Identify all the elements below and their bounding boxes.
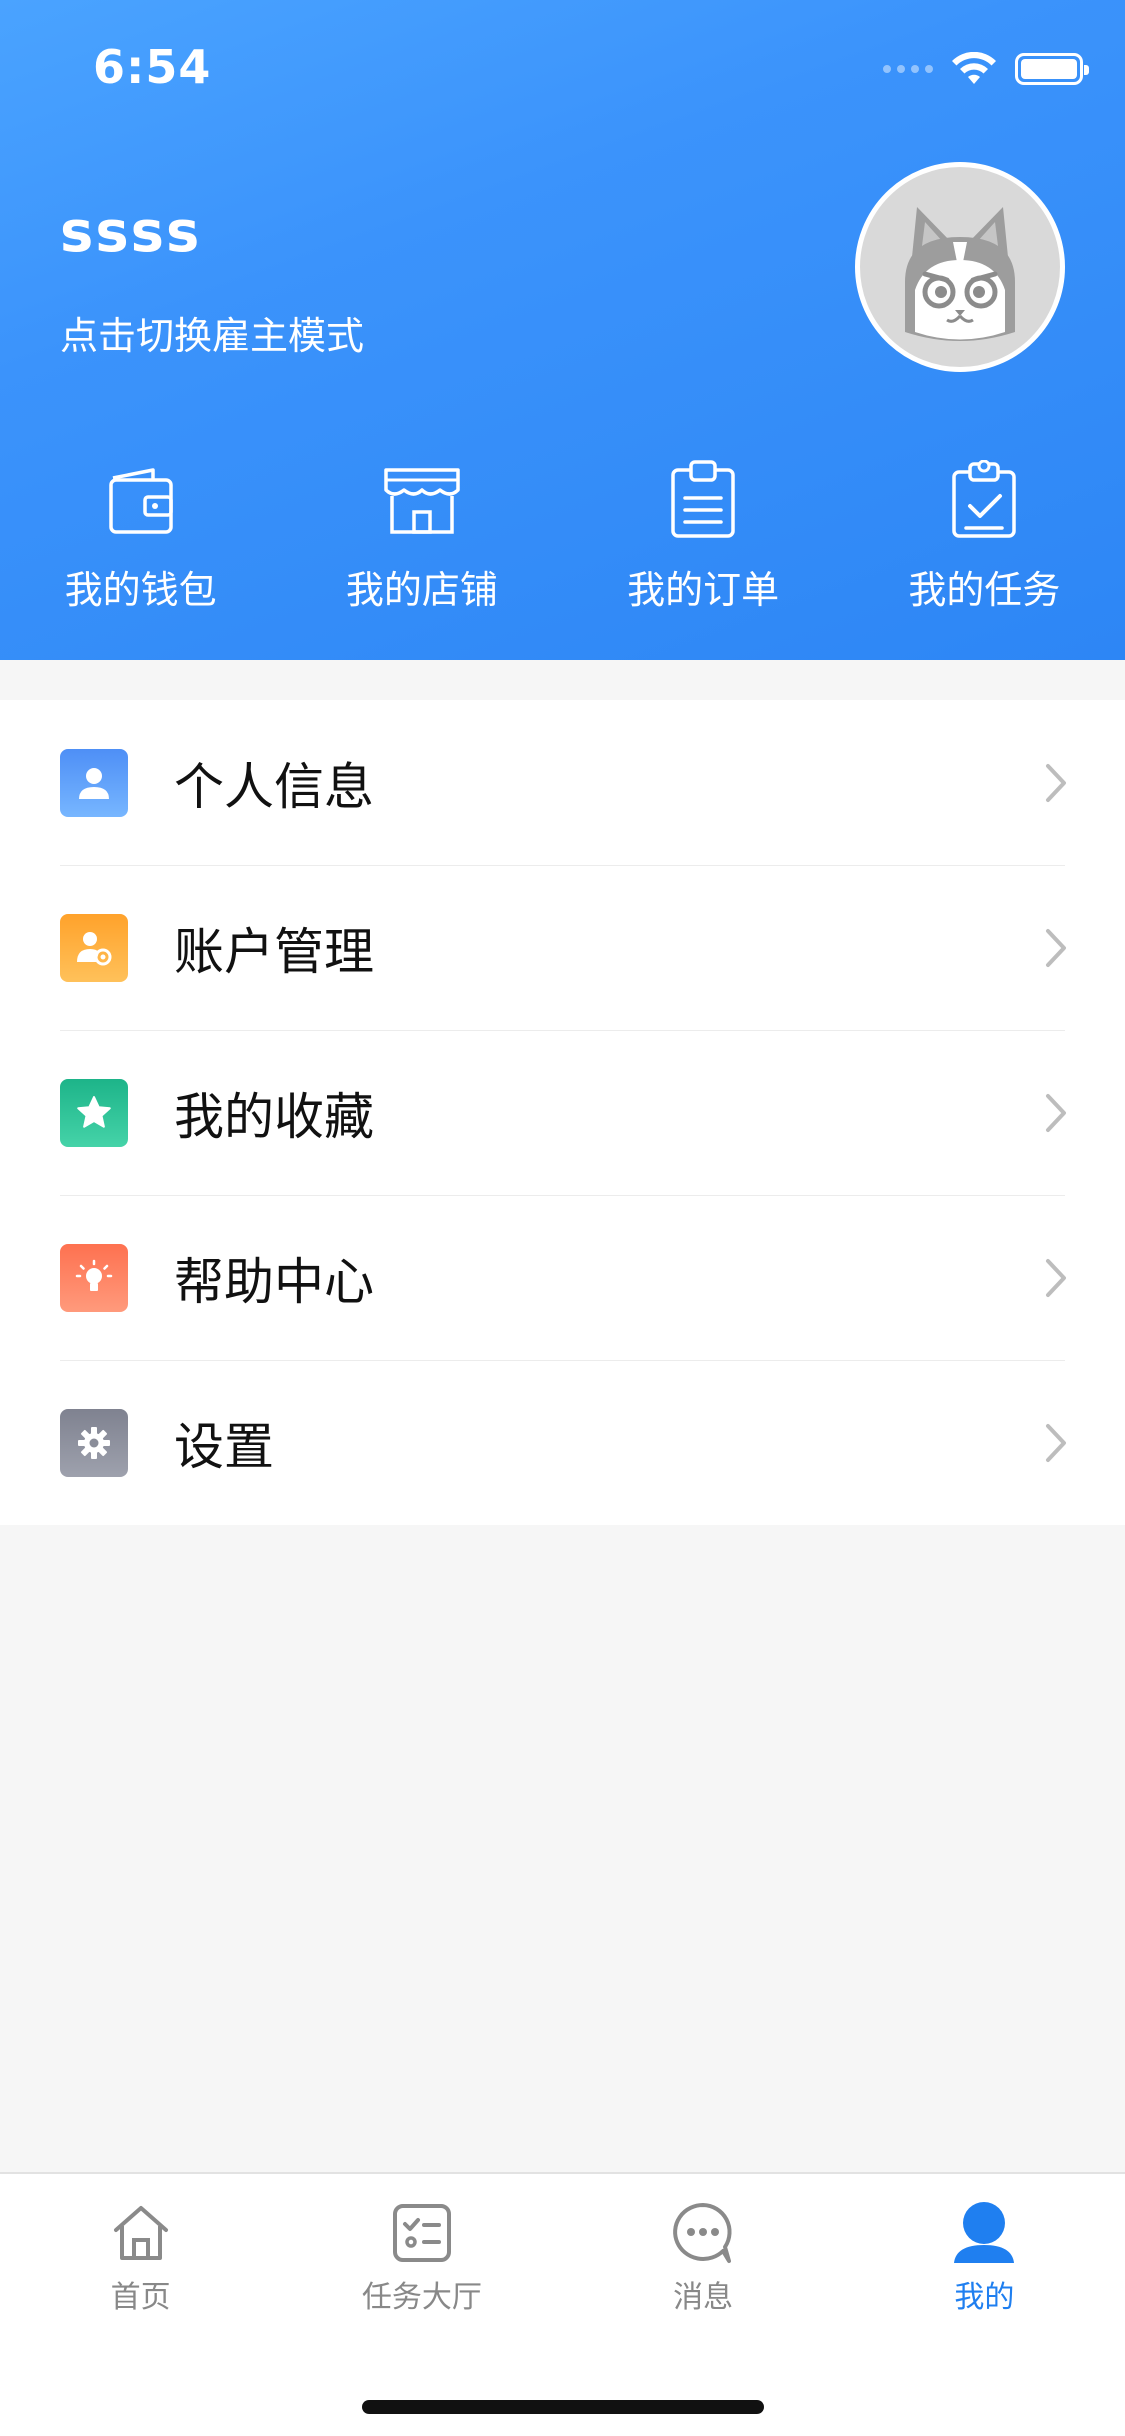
cat-avatar-icon bbox=[905, 207, 1015, 341]
menu-item-help-center[interactable]: 帮助中心 bbox=[0, 1195, 1125, 1360]
tab-mine-label: 我的 bbox=[954, 2280, 1015, 2315]
avatar[interactable] bbox=[855, 162, 1065, 372]
user-icon bbox=[951, 2200, 1017, 2266]
menu-item-label: 设置 bbox=[174, 1417, 274, 1476]
quick-action-orders[interactable]: 我的订单 bbox=[563, 455, 844, 614]
wallet-icon bbox=[96, 455, 186, 545]
tab-task-hall[interactable]: 任务大厅 bbox=[281, 2200, 562, 2324]
task-hall-icon bbox=[389, 2200, 455, 2266]
bottom-tab-bar: 首页 任务大厅 消息 我的 bbox=[0, 2172, 1125, 2436]
tab-messages[interactable]: 消息 bbox=[563, 2200, 844, 2324]
username: ssss bbox=[60, 200, 202, 265]
store-icon bbox=[377, 455, 467, 545]
menu-item-personal-info[interactable]: 个人信息 bbox=[0, 700, 1125, 865]
cellular-signal-icon bbox=[883, 65, 933, 73]
tab-home[interactable]: 首页 bbox=[0, 2200, 281, 2324]
account-manage-icon bbox=[60, 913, 128, 982]
quick-action-tasks[interactable]: 我的任务 bbox=[844, 455, 1125, 614]
quick-action-wallet-label: 我的钱包 bbox=[64, 568, 217, 612]
tab-task-hall-label: 任务大厅 bbox=[361, 2280, 482, 2315]
switch-mode-link[interactable]: 点击切换雇主模式 bbox=[60, 305, 364, 360]
quick-actions: 我的钱包 我的店铺 我的订单 我的任务 bbox=[0, 455, 1125, 614]
quick-action-orders-label: 我的订单 bbox=[627, 568, 780, 612]
chevron-right-icon bbox=[1046, 1258, 1066, 1297]
menu-item-label: 帮助中心 bbox=[174, 1252, 374, 1311]
gear-icon bbox=[60, 1408, 128, 1477]
chevron-right-icon bbox=[1046, 763, 1066, 802]
status-indicators bbox=[883, 52, 1089, 86]
star-icon bbox=[60, 1078, 128, 1147]
menu-item-label: 账户管理 bbox=[174, 922, 374, 981]
tab-mine[interactable]: 我的 bbox=[844, 2200, 1125, 2324]
menu-item-account-management[interactable]: 账户管理 bbox=[0, 865, 1125, 1030]
person-icon bbox=[60, 748, 128, 817]
home-icon bbox=[108, 2200, 174, 2266]
orders-icon bbox=[658, 455, 748, 545]
tab-home-label: 首页 bbox=[110, 2280, 171, 2315]
menu-item-favorites[interactable]: 我的收藏 bbox=[0, 1030, 1125, 1195]
profile-header: 6:54 ssss 点击切换雇主模式 我的钱包 我的店铺 我的订单 我的任务 bbox=[0, 0, 1125, 660]
quick-action-wallet[interactable]: 我的钱包 bbox=[0, 455, 281, 614]
chevron-right-icon bbox=[1046, 1423, 1066, 1462]
battery-icon bbox=[1015, 53, 1089, 85]
lightbulb-icon bbox=[60, 1243, 128, 1312]
menu-item-label: 个人信息 bbox=[174, 757, 374, 816]
message-icon bbox=[670, 2200, 736, 2266]
menu-item-settings[interactable]: 设置 bbox=[0, 1360, 1125, 1525]
tasks-icon bbox=[939, 455, 1029, 545]
wifi-icon bbox=[952, 52, 996, 84]
tab-messages-label: 消息 bbox=[673, 2280, 734, 2315]
status-time: 6:54 bbox=[93, 40, 212, 94]
home-indicator[interactable] bbox=[362, 2400, 764, 2414]
chevron-right-icon bbox=[1046, 1093, 1066, 1132]
quick-action-store-label: 我的店铺 bbox=[345, 568, 498, 612]
quick-action-tasks-label: 我的任务 bbox=[908, 568, 1061, 612]
settings-menu: 个人信息 账户管理 我的收藏 帮助中心 设置 bbox=[0, 700, 1125, 1525]
menu-item-label: 我的收藏 bbox=[174, 1087, 374, 1146]
chevron-right-icon bbox=[1046, 928, 1066, 967]
quick-action-store[interactable]: 我的店铺 bbox=[281, 455, 562, 614]
